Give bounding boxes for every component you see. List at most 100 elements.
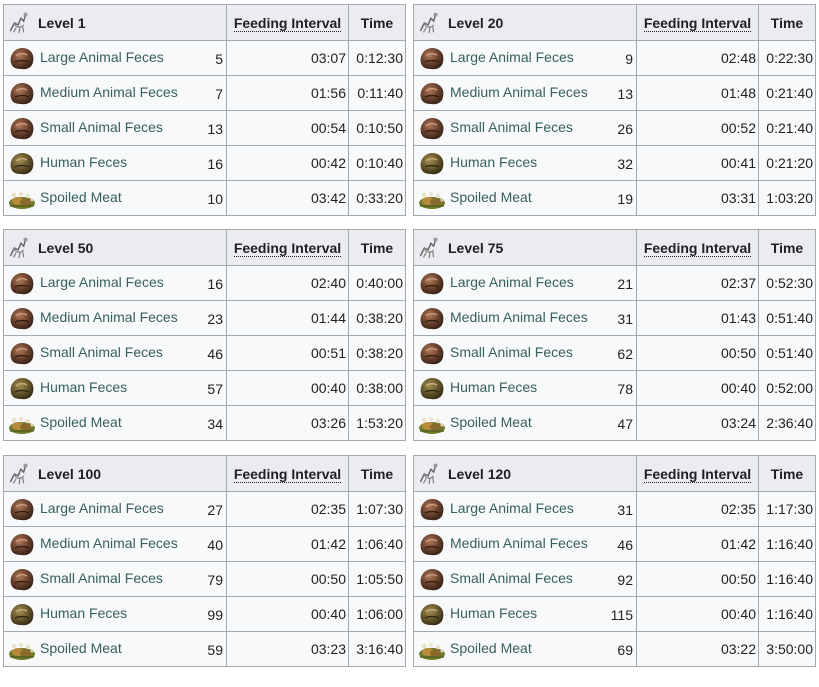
- time-value: 0:38:20: [348, 335, 406, 371]
- feeding-interval-value: 00:51: [226, 335, 349, 371]
- dung-beetle-icon: [6, 235, 32, 261]
- food-name-link[interactable]: Large Animal Feces: [450, 49, 574, 65]
- food-name-link[interactable]: Large Animal Feces: [450, 500, 574, 516]
- table-row: Small Animal Feces 13 00:54 0:10:50: [3, 110, 406, 146]
- table-row: Spoiled Meat 47 03:24 2:36:40: [413, 405, 816, 441]
- human-feces-icon: [417, 599, 447, 629]
- food-cell: Large Animal Feces 21: [413, 265, 637, 301]
- feeding-interval-value: 02:48: [636, 40, 759, 76]
- feeding-interval-header: Feeding Interval: [636, 229, 759, 266]
- food-name-link[interactable]: Small Animal Feces: [40, 119, 163, 135]
- food-name-link[interactable]: Small Animal Feces: [450, 119, 573, 135]
- spoiled-meat-icon: [417, 183, 447, 213]
- time-header: Time: [758, 229, 816, 266]
- food-name-link[interactable]: Human Feces: [40, 605, 127, 621]
- dung-beetle-icon: [416, 461, 442, 487]
- time-header: Time: [348, 455, 406, 492]
- food-name-link[interactable]: Spoiled Meat: [40, 189, 122, 205]
- feces-icon: [7, 78, 37, 108]
- food-quantity: 19: [617, 191, 633, 207]
- feeding-interval-value: 02:35: [636, 491, 759, 527]
- feeding-interval-value: 01:44: [226, 300, 349, 336]
- feces-icon: [7, 113, 37, 143]
- food-name-link[interactable]: Large Animal Feces: [450, 274, 574, 290]
- food-name-link[interactable]: Human Feces: [40, 379, 127, 395]
- time-value: 1:03:20: [758, 180, 816, 216]
- food-name-link[interactable]: Small Animal Feces: [450, 344, 573, 360]
- time-label: Time: [770, 14, 804, 31]
- table-row: Small Animal Feces 46 00:51 0:38:20: [3, 335, 406, 371]
- level-label: Level 120: [448, 465, 512, 482]
- feeding-table-level-1: Level 1 Feeding Interval Time Large Anim…: [3, 4, 406, 216]
- food-name-link[interactable]: Medium Animal Feces: [450, 309, 588, 325]
- spoiled-meat-icon: [7, 408, 37, 438]
- time-value: 0:38:20: [348, 300, 406, 336]
- feeding-interval-header: Feeding Interval: [226, 4, 349, 41]
- feeding-interval-value: 02:37: [636, 265, 759, 301]
- table-row: Small Animal Feces 92 00:50 1:16:40: [413, 561, 816, 597]
- food-cell: Spoiled Meat 69: [413, 631, 637, 667]
- food-name-link[interactable]: Spoiled Meat: [450, 640, 532, 656]
- food-cell: Small Animal Feces 26: [413, 110, 637, 146]
- food-quantity: 46: [617, 537, 633, 553]
- food-quantity: 21: [617, 276, 633, 292]
- time-value: 1:17:30: [758, 491, 816, 527]
- feeding-interval-value: 01:48: [636, 75, 759, 111]
- table-row: Spoiled Meat 34 03:26 1:53:20: [3, 405, 406, 441]
- feeding-interval-value: 01:42: [226, 526, 349, 562]
- food-name-link[interactable]: Human Feces: [450, 154, 537, 170]
- time-value: 0:52:30: [758, 265, 816, 301]
- food-name-link[interactable]: Small Animal Feces: [40, 570, 163, 586]
- food-cell: Medium Animal Feces 13: [413, 75, 637, 111]
- feeding-interval-label: Feeding Interval: [643, 239, 752, 257]
- food-name-link[interactable]: Medium Animal Feces: [40, 535, 178, 551]
- food-name-link[interactable]: Human Feces: [450, 605, 537, 621]
- food-name-link[interactable]: Spoiled Meat: [450, 414, 532, 430]
- food-cell: Human Feces 57: [3, 370, 227, 406]
- feeding-interval-value: 00:40: [636, 370, 759, 406]
- level-label: Level 100: [38, 465, 102, 482]
- time-value: 3:50:00: [758, 631, 816, 667]
- food-name-link[interactable]: Medium Animal Feces: [40, 84, 178, 100]
- food-name-link[interactable]: Medium Animal Feces: [40, 309, 178, 325]
- food-quantity: 32: [617, 156, 633, 172]
- food-name-link[interactable]: Small Animal Feces: [40, 344, 163, 360]
- food-cell: Small Animal Feces 79: [3, 561, 227, 597]
- food-name-link[interactable]: Human Feces: [40, 154, 127, 170]
- food-name-link[interactable]: Medium Animal Feces: [450, 535, 588, 551]
- time-value: 0:52:00: [758, 370, 816, 406]
- feeding-interval-header: Feeding Interval: [636, 455, 759, 492]
- food-cell: Human Feces 78: [413, 370, 637, 406]
- food-name-link[interactable]: Spoiled Meat: [40, 414, 122, 430]
- table-row: Human Feces 16 00:42 0:10:40: [3, 145, 406, 181]
- time-label: Time: [360, 465, 394, 482]
- table-row: Large Animal Feces 27 02:35 1:07:30: [3, 491, 406, 527]
- food-quantity: 115: [610, 607, 633, 623]
- food-name-link[interactable]: Medium Animal Feces: [450, 84, 588, 100]
- feces-icon: [417, 113, 447, 143]
- food-cell: Spoiled Meat 19: [413, 180, 637, 216]
- feeding-interval-value: 01:56: [226, 75, 349, 111]
- food-name-link[interactable]: Human Feces: [450, 379, 537, 395]
- food-name-link[interactable]: Large Animal Feces: [40, 500, 164, 516]
- food-quantity: 69: [617, 642, 633, 658]
- feces-icon: [417, 43, 447, 73]
- food-quantity: 13: [617, 86, 633, 102]
- human-feces-icon: [7, 148, 37, 178]
- feeding-interval-label: Feeding Interval: [233, 465, 342, 483]
- food-name-link[interactable]: Spoiled Meat: [40, 640, 122, 656]
- food-quantity: 59: [207, 642, 223, 658]
- food-name-link[interactable]: Large Animal Feces: [40, 49, 164, 65]
- food-cell: Medium Animal Feces 46: [413, 526, 637, 562]
- feces-icon: [7, 494, 37, 524]
- feeding-interval-value: 02:35: [226, 491, 349, 527]
- spoiled-meat-icon: [417, 634, 447, 664]
- food-name-link[interactable]: Spoiled Meat: [450, 189, 532, 205]
- feeding-interval-value: 03:42: [226, 180, 349, 216]
- food-name-link[interactable]: Large Animal Feces: [40, 274, 164, 290]
- food-cell: Medium Animal Feces 23: [3, 300, 227, 336]
- feeding-interval-label: Feeding Interval: [233, 239, 342, 257]
- food-name-link[interactable]: Small Animal Feces: [450, 570, 573, 586]
- time-header: Time: [348, 4, 406, 41]
- feeding-interval-value: 01:42: [636, 526, 759, 562]
